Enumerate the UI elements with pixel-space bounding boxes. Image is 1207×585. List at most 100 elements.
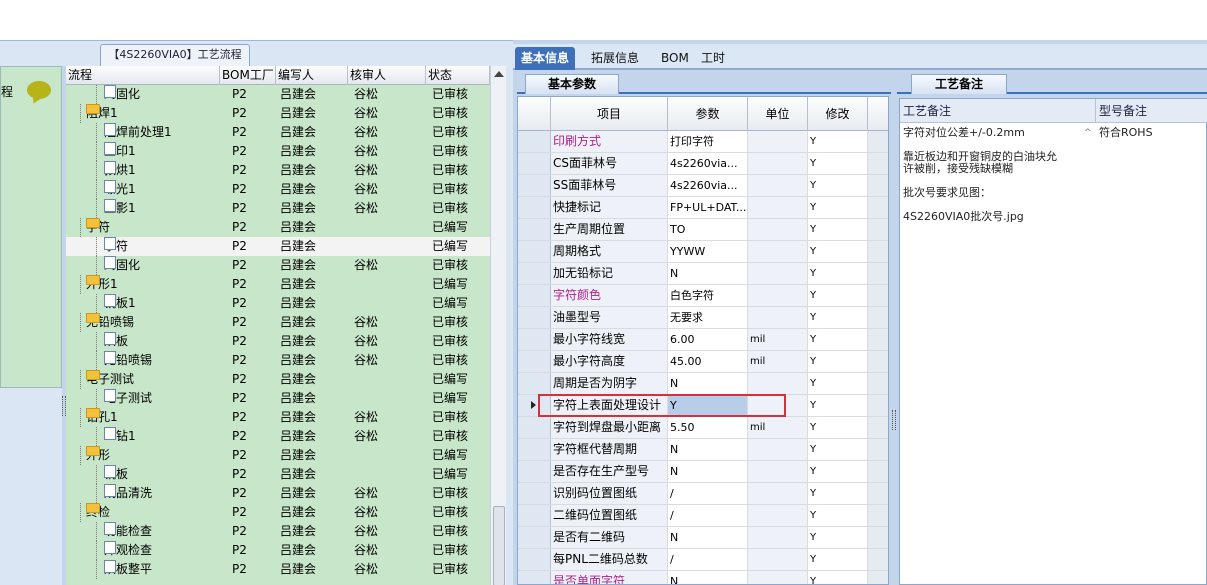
col-header-bom[interactable]: BOM工厂 <box>220 66 276 85</box>
tree-node[interactable]: 铣板 <box>104 465 128 484</box>
cell-param[interactable]: FP+UL+DAT... <box>668 197 748 218</box>
tree-row[interactable]: 终固化 P2 吕建会 谷松 已审核 <box>66 256 490 275</box>
tree-vertical-scrollbar[interactable] <box>490 66 506 585</box>
tree-row[interactable]: 丝印1 P2 吕建会 谷松 已审核 <box>66 142 490 161</box>
tree-row[interactable]: −钻孔1 P2 吕建会 谷松 已审核 <box>66 408 490 427</box>
row-indicator[interactable] <box>518 285 551 306</box>
tree-node[interactable]: 铣板1 <box>104 294 136 313</box>
cell-unit[interactable] <box>748 527 808 548</box>
row-indicator[interactable] <box>518 439 551 460</box>
row-indicator[interactable] <box>518 175 551 196</box>
cell-unit[interactable]: mil <box>748 417 808 438</box>
cell-param[interactable]: 45.00 <box>668 351 748 372</box>
cell-mod[interactable]: Y <box>808 175 868 196</box>
cell-mod[interactable]: Y <box>808 219 868 240</box>
tree-row[interactable]: −终检 P2 吕建会 谷松 已审核 <box>66 503 490 522</box>
tree-node[interactable]: 终固化 <box>104 256 140 275</box>
cell-param[interactable]: / <box>668 505 748 526</box>
row-indicator[interactable] <box>518 505 551 526</box>
cell-param[interactable]: N <box>668 373 748 394</box>
cell-param[interactable]: 4s2260via... <box>668 153 748 174</box>
param-row[interactable]: 最小字符高度 45.00 mil Y <box>518 351 888 373</box>
note-scroll-up-icon[interactable]: ^ <box>1084 127 1092 139</box>
tree-node[interactable]: 无铅喷锡 <box>104 351 152 370</box>
row-indicator[interactable] <box>518 461 551 482</box>
cell-mod[interactable]: Y <box>808 131 868 152</box>
tab-bom[interactable]: BOM <box>655 47 695 70</box>
cell-mod[interactable]: Y <box>808 395 868 416</box>
cell-item[interactable]: 二维码位置图纸 <box>551 505 668 526</box>
tree-node[interactable]: 电子测试 <box>104 389 152 408</box>
cell-param[interactable]: / <box>668 549 748 570</box>
param-row[interactable]: 是否有二维码 N Y <box>518 527 888 549</box>
param-row[interactable]: 生产周期位置 TO Y <box>518 219 888 241</box>
cell-item[interactable]: 周期是否为阴字 <box>551 373 668 394</box>
grid-corner[interactable] <box>518 97 551 131</box>
cell-param[interactable]: 无要求 <box>668 307 748 328</box>
cell-mod[interactable]: Y <box>808 263 868 284</box>
cell-mod[interactable]: Y <box>808 307 868 328</box>
cell-unit[interactable] <box>748 175 808 196</box>
param-row[interactable]: 周期格式 YYWW Y <box>518 241 888 263</box>
tree-node[interactable]: 曝光1 <box>104 180 136 199</box>
cell-param[interactable]: / <box>668 483 748 504</box>
cell-param[interactable]: N <box>668 527 748 548</box>
row-indicator[interactable] <box>518 373 551 394</box>
tree-node[interactable]: 二钻1 <box>104 427 136 446</box>
tree-row[interactable]: 烘板整平 P2 吕建会 谷松 已审核 <box>66 560 490 579</box>
row-indicator[interactable] <box>518 329 551 350</box>
tree-node[interactable]: 终固化 <box>104 85 140 104</box>
tree-row[interactable]: −外形 P2 吕建会 已编写 <box>66 446 490 465</box>
tree-node[interactable]: −字符 <box>86 218 110 237</box>
tab-basic-params[interactable]: 基本参数 <box>525 74 619 94</box>
param-row[interactable]: 识别码位置图纸 / Y <box>518 483 888 505</box>
tree-node[interactable]: 显影1 <box>104 199 136 218</box>
param-row[interactable]: SS面菲林号 4s2260via... Y <box>518 175 888 197</box>
cell-item[interactable]: 是否存在生产型号 <box>551 461 668 482</box>
scroll-thumb[interactable] <box>493 506 505 585</box>
cell-mod[interactable]: Y <box>808 417 868 438</box>
cell-mod[interactable]: Y <box>808 527 868 548</box>
cell-param[interactable]: 6.00 <box>668 329 748 350</box>
cell-mod[interactable]: Y <box>808 483 868 504</box>
tree-row[interactable]: 终固化 P2 吕建会 谷松 已审核 <box>66 85 490 104</box>
cell-unit[interactable] <box>748 153 808 174</box>
cell-item[interactable]: SS面菲林号 <box>551 175 668 196</box>
row-indicator[interactable] <box>518 153 551 174</box>
cell-param[interactable]: N <box>668 571 748 584</box>
cell-param[interactable]: YYWW <box>668 241 748 262</box>
col-header-flow[interactable]: 流程 <box>66 66 220 85</box>
cell-unit[interactable] <box>748 373 808 394</box>
cell-mod[interactable]: Y <box>808 241 868 262</box>
cell-unit[interactable]: mil <box>748 351 808 372</box>
col-header-modify[interactable]: 修改 <box>808 97 868 131</box>
cell-param[interactable]: N <box>668 439 748 460</box>
cell-param[interactable]: 白色字符 <box>668 285 748 306</box>
cell-item[interactable]: 每PNL二维码总数 <box>551 549 668 570</box>
row-indicator[interactable] <box>518 549 551 570</box>
cell-item[interactable]: 是否单面字符 <box>551 571 668 584</box>
cell-mod[interactable]: Y <box>808 197 868 218</box>
cell-mod[interactable]: Y <box>808 439 868 460</box>
col-header-status[interactable]: 状态 <box>426 66 490 85</box>
row-indicator[interactable] <box>518 241 551 262</box>
cell-unit[interactable] <box>748 131 808 152</box>
cell-param[interactable]: 5.50 <box>668 417 748 438</box>
tree-row[interactable]: 显影1 P2 吕建会 谷松 已审核 <box>66 199 490 218</box>
tree-node[interactable]: −阻焊1 <box>86 104 118 123</box>
tree-row[interactable]: 阻焊前处理1 P2 吕建会 谷松 已审核 <box>66 123 490 142</box>
process-flow-tab[interactable]: 【4S2260VIA0】工艺流程 <box>100 44 250 66</box>
cell-param[interactable]: 打印字符 <box>668 131 748 152</box>
col-header-param[interactable]: 参数 <box>668 97 748 131</box>
cell-unit[interactable] <box>748 197 808 218</box>
row-indicator[interactable] <box>518 417 551 438</box>
cell-item[interactable]: 周期格式 <box>551 241 668 262</box>
row-indicator[interactable] <box>518 197 551 218</box>
cell-mod[interactable]: Y <box>808 329 868 350</box>
row-indicator[interactable] <box>518 219 551 240</box>
row-indicator[interactable] <box>518 483 551 504</box>
cell-item[interactable]: 字符颜色 <box>551 285 668 306</box>
cell-item[interactable]: 最小字符线宽 <box>551 329 668 350</box>
scroll-up-icon[interactable] <box>494 71 504 77</box>
param-row[interactable]: 是否存在生产型号 N Y <box>518 461 888 483</box>
